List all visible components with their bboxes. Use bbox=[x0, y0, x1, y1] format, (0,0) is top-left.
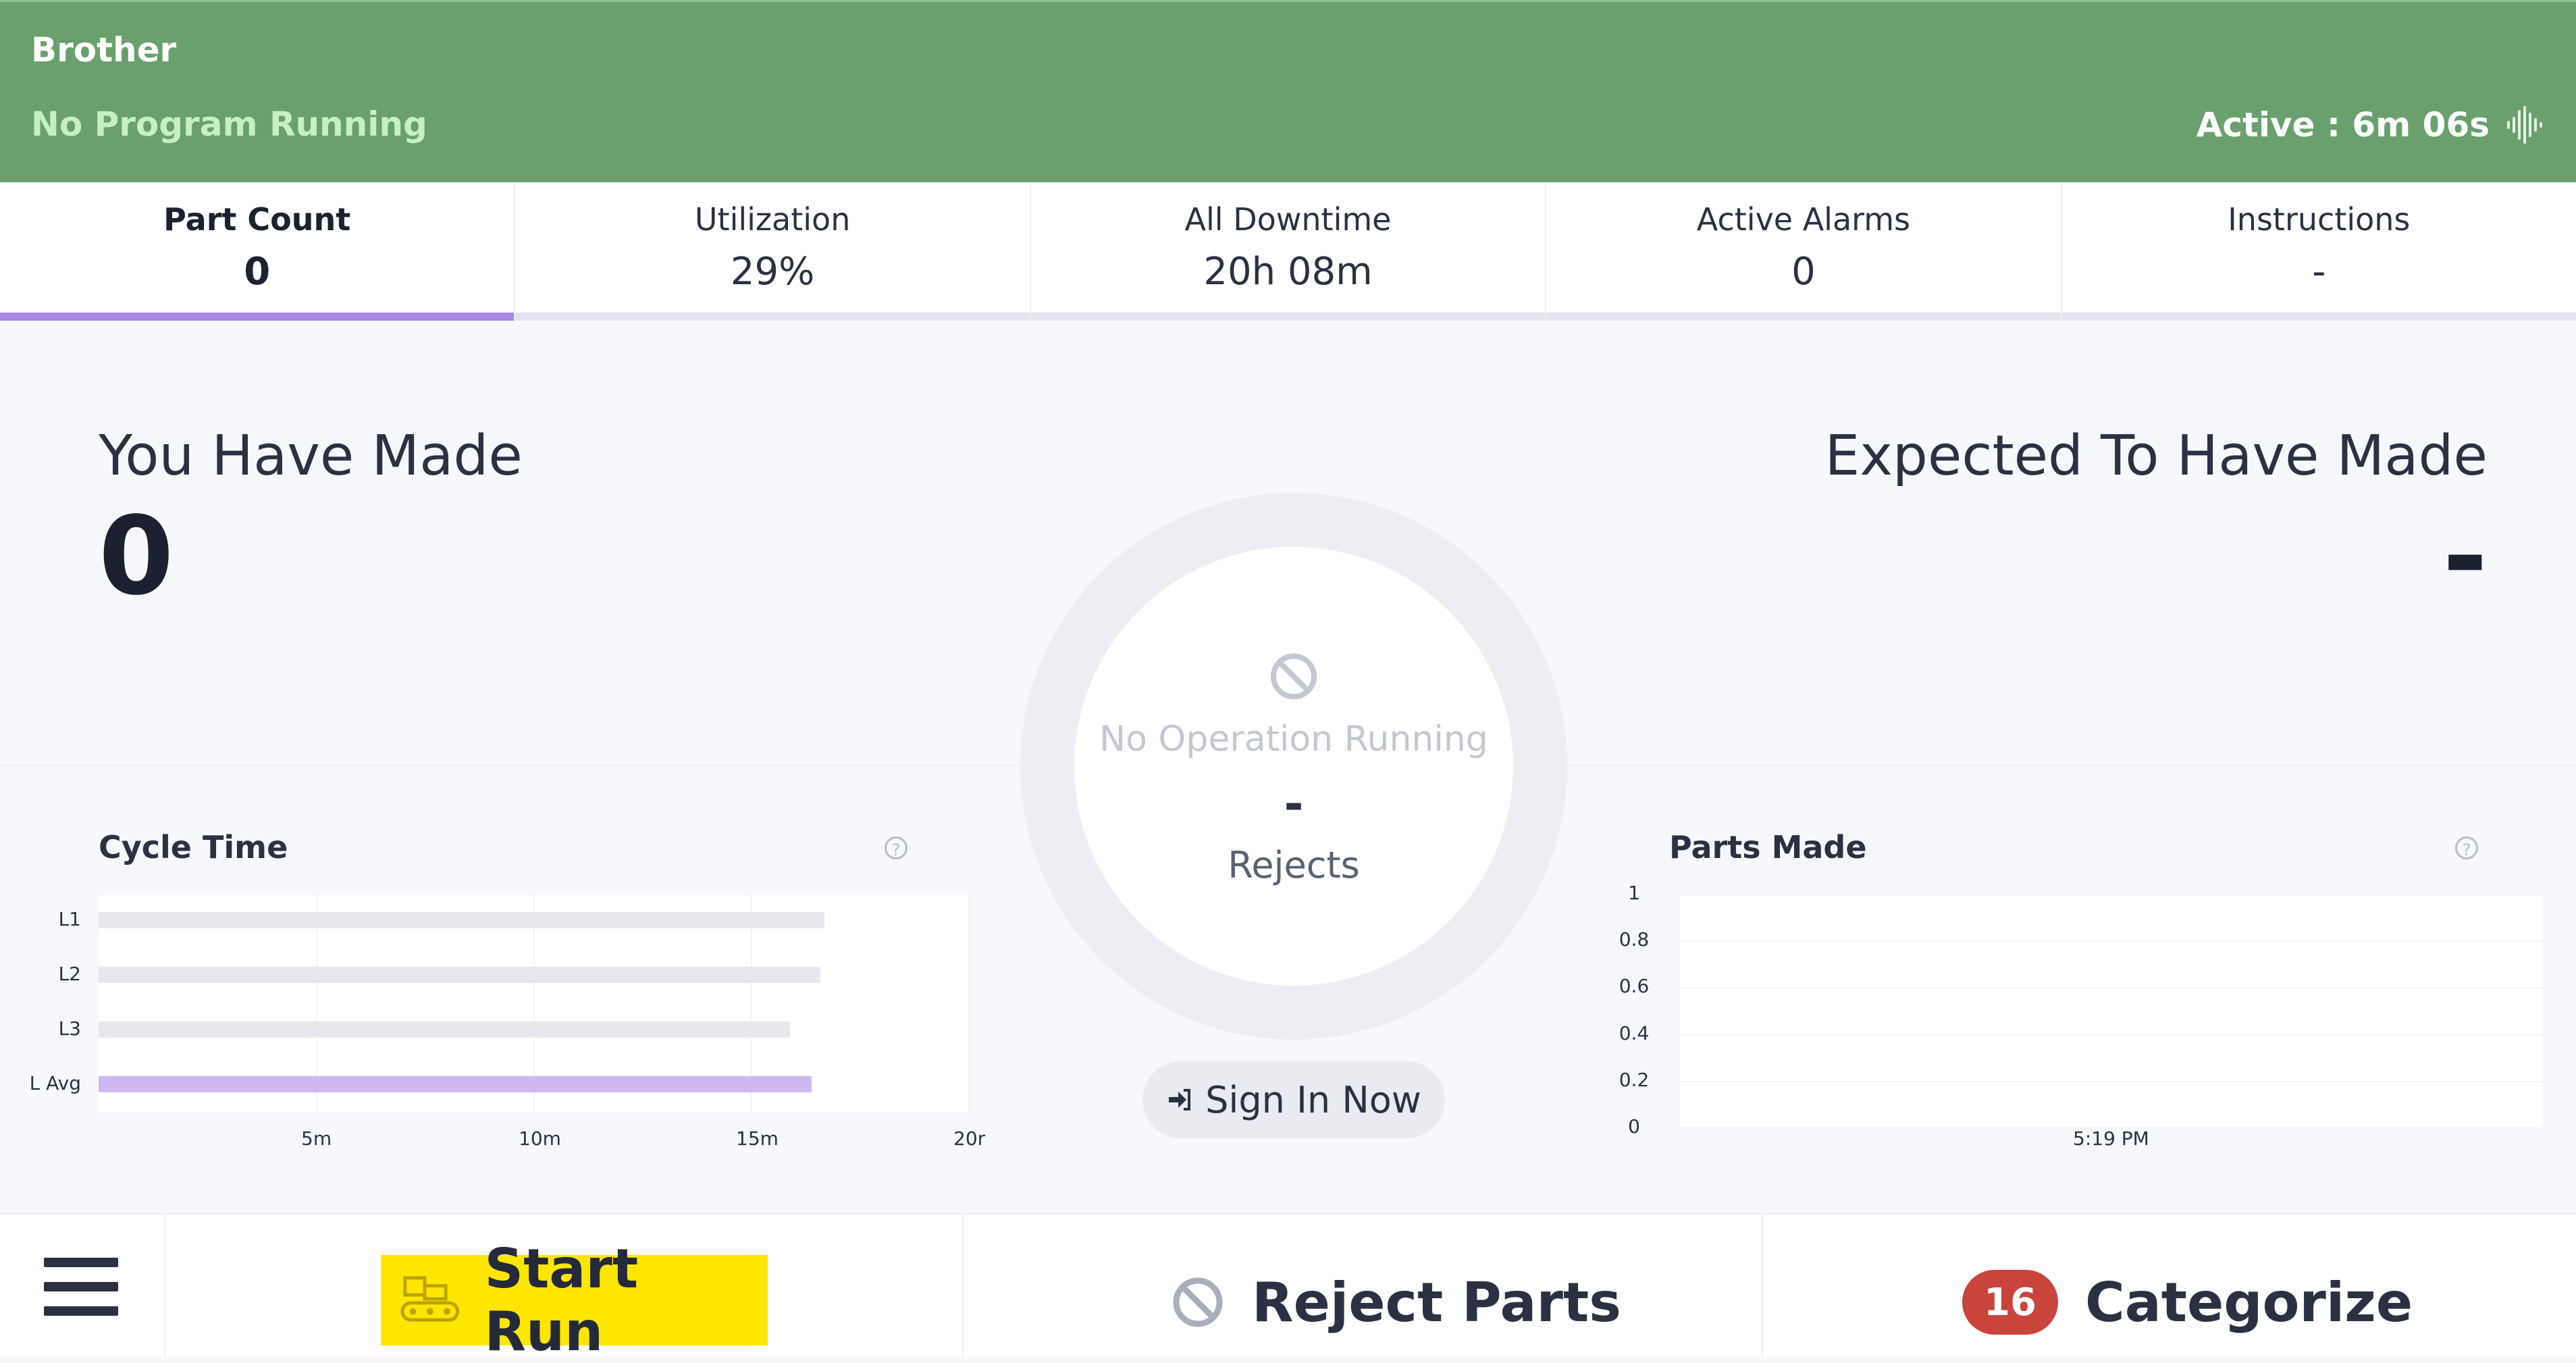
active-status: Active : 6m 06s bbox=[2197, 105, 2545, 145]
categorize-button[interactable]: 16 Categorize bbox=[1962, 1267, 2413, 1337]
menu-icon bbox=[44, 1306, 118, 1316]
rejects-label: Rejects bbox=[1228, 844, 1360, 886]
cycle-time-category-label: L2 bbox=[58, 963, 81, 985]
parts-made-y-tick: 0.6 bbox=[1619, 975, 1650, 998]
reject-parts-button[interactable]: Reject Parts bbox=[1171, 1268, 1621, 1336]
cycle-time-x-tick: 5m bbox=[301, 1127, 332, 1150]
cycle-time-x-tick: 15m bbox=[736, 1127, 779, 1150]
tab-value: 20h 08m bbox=[1203, 250, 1373, 294]
action-divider bbox=[1762, 1214, 1763, 1357]
tab-label: Utilization bbox=[694, 201, 851, 238]
tab-value: 0 bbox=[1791, 250, 1816, 294]
parts-made-gridline bbox=[1680, 940, 2543, 942]
metrics-tabs: Part Count 0 Utilization 29% All Downtim… bbox=[0, 182, 2576, 321]
waveform-icon bbox=[2507, 106, 2542, 144]
reject-parts-label: Reject Parts bbox=[1252, 1271, 1621, 1334]
cycle-time-help-icon[interactable]: ? bbox=[885, 836, 908, 859]
active-status-text: Active : 6m 06s bbox=[2196, 105, 2490, 144]
cycle-time-title: Cycle Time bbox=[99, 829, 288, 865]
menu-button[interactable] bbox=[0, 1214, 165, 1357]
expected-label: Expected To Have Made bbox=[1824, 424, 2488, 488]
operation-ring-inner: No Operation Running - Rejects bbox=[1074, 547, 1513, 986]
cycle-time-bar[interactable] bbox=[99, 912, 825, 928]
tab-utilization[interactable]: Utilization 29% bbox=[515, 182, 1031, 321]
sign-in-label: Sign In Now bbox=[1205, 1078, 1421, 1121]
tab-underline bbox=[0, 313, 515, 321]
operation-ring: No Operation Running - Rejects bbox=[1020, 493, 1567, 1040]
tab-underline bbox=[1546, 313, 2061, 321]
cycle-time-bar[interactable] bbox=[99, 1021, 790, 1038]
cycle-time-x-tick: 10m bbox=[519, 1127, 561, 1150]
rejects-value: - bbox=[1284, 776, 1304, 832]
cycle-time-category-label: L1 bbox=[58, 908, 81, 930]
tab-value: 0 bbox=[244, 250, 271, 294]
cycle-time-bar[interactable] bbox=[99, 967, 821, 983]
menu-icon bbox=[44, 1282, 118, 1291]
tab-underline bbox=[1030, 313, 1546, 321]
program-status: No Program Running bbox=[31, 105, 427, 144]
tab-value: - bbox=[2312, 250, 2326, 294]
categorize-label: Categorize bbox=[2085, 1271, 2413, 1334]
parts-made-plot-area bbox=[1680, 895, 2543, 1128]
machine-header: Brother No Program Running Active : 6m 0… bbox=[0, 0, 2576, 182]
parts-made-help-icon[interactable]: ? bbox=[2455, 836, 2478, 859]
tab-all-downtime[interactable]: All Downtime 20h 08m bbox=[1030, 182, 1547, 321]
tab-underline bbox=[2061, 313, 2576, 321]
tab-label: Active Alarms bbox=[1696, 201, 1911, 238]
cycle-time-category-label: L Avg bbox=[29, 1072, 81, 1094]
cycle-time-category-label: L3 bbox=[58, 1017, 81, 1040]
tab-active-alarms[interactable]: Active Alarms 0 bbox=[1546, 182, 2062, 321]
parts-made-y-tick: 0.8 bbox=[1619, 928, 1650, 951]
action-divider bbox=[962, 1214, 964, 1357]
bottom-action-bar: Start Run Reject Parts 16 Categorize bbox=[0, 1213, 2576, 1363]
conveyor-icon bbox=[400, 1276, 460, 1322]
parts-made-y-tick: 0 bbox=[1628, 1115, 1640, 1138]
categorize-count-badge: 16 bbox=[1962, 1270, 2058, 1335]
parts-made-y-tick: 0.2 bbox=[1619, 1068, 1650, 1091]
start-run-button[interactable]: Start Run bbox=[381, 1237, 768, 1363]
parts-made-y-tick: 1 bbox=[1628, 882, 1640, 904]
tab-underline bbox=[515, 313, 1030, 321]
parts-made-gridline bbox=[1680, 894, 2543, 895]
made-value: 0 bbox=[99, 493, 174, 619]
cycle-time-x-tick: 20r bbox=[953, 1127, 986, 1150]
parts-made-gridline bbox=[1680, 1080, 2543, 1082]
tab-label: All Downtime bbox=[1184, 201, 1392, 238]
parts-made-x-tick: 5:19 PM bbox=[2073, 1127, 2149, 1150]
sign-in-icon bbox=[1169, 1089, 1191, 1111]
menu-icon bbox=[44, 1258, 118, 1267]
tab-label: Instructions bbox=[2228, 201, 2411, 238]
cycle-time-bar[interactable] bbox=[99, 1076, 812, 1092]
expected-value: - bbox=[2442, 493, 2488, 619]
tab-label: Part Count bbox=[163, 201, 351, 238]
machine-name: Brother bbox=[31, 30, 177, 70]
operation-status: No Operation Running bbox=[1099, 719, 1488, 759]
parts-made-gridline bbox=[1680, 987, 2543, 989]
start-run-label: Start Run bbox=[484, 1237, 639, 1363]
tab-value: 29% bbox=[730, 250, 815, 294]
parts-made-y-tick: 0.4 bbox=[1619, 1021, 1650, 1044]
cycle-time-gridline bbox=[968, 895, 970, 1113]
tab-instructions[interactable]: Instructions - bbox=[2061, 182, 2576, 321]
parts-made-gridline bbox=[1680, 1034, 2543, 1036]
sign-in-button[interactable]: Sign In Now bbox=[1142, 1061, 1445, 1138]
tab-part-count[interactable]: Part Count 0 bbox=[0, 182, 516, 321]
parts-made-title: Parts Made bbox=[1669, 829, 1867, 865]
made-label: You Have Made bbox=[99, 424, 523, 488]
no-operation-icon bbox=[1271, 653, 1317, 699]
reject-icon bbox=[1173, 1277, 1223, 1327]
